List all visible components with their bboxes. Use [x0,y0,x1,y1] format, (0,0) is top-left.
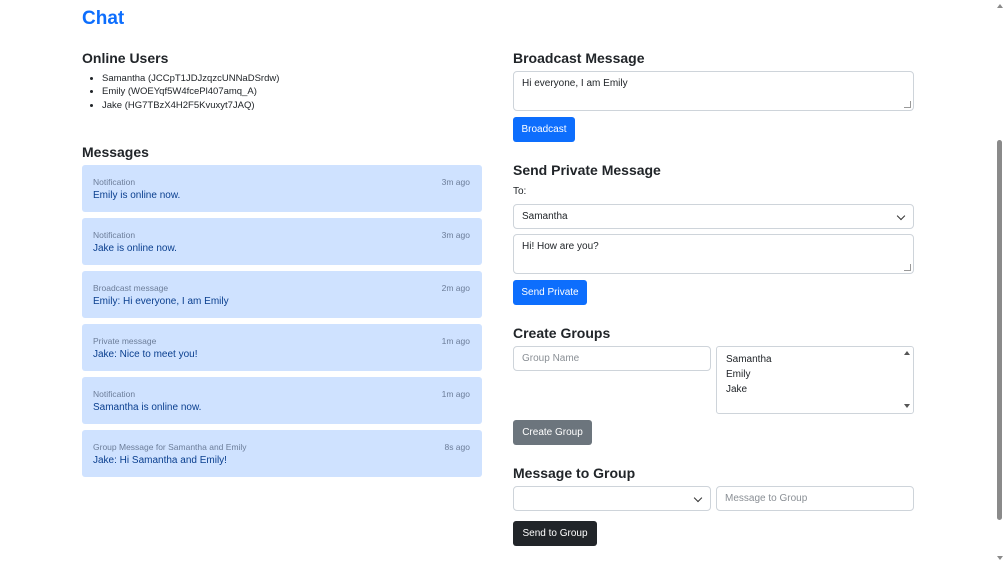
message-text: Emily is online now. [93,190,181,201]
group-select[interactable] [513,486,711,511]
message-text: Emily: Hi everyone, I am Emily [93,296,229,307]
private-text: Hi! How are you? [522,241,599,252]
left-column: Online Users Samantha (JCCpT1JDJzqzcUNNa… [82,50,482,477]
listbox-option[interactable]: Jake [726,382,904,397]
message-time: 1m ago [441,389,470,399]
private-textarea[interactable]: Hi! How are you? [513,234,914,274]
scroll-up-icon[interactable] [997,4,1003,8]
create-group-button[interactable]: Create Group [513,420,592,445]
message-to-group-title: Message to Group [513,465,636,481]
recipient-select[interactable]: Samantha [513,204,914,229]
scroll-up-icon[interactable] [904,351,910,355]
broadcast-button[interactable]: Broadcast [513,117,575,142]
message-text: Jake: Hi Samantha and Emily! [93,455,227,466]
message-type: Broadcast message [93,283,169,293]
messages-title: Messages [82,144,149,160]
resize-grip-icon[interactable] [904,264,911,271]
scroll-down-icon[interactable] [997,556,1003,560]
online-users-list: Samantha (JCCpT1JDJzqzcUNNaDSrdw) Emily … [82,72,482,112]
listbox-option[interactable]: Samantha [726,352,904,367]
message-text: Jake is online now. [93,243,177,254]
online-user-item: Samantha (JCCpT1JDJzqzcUNNaDSrdw) [102,72,482,85]
to-label: To: [513,186,527,197]
online-user-item: Jake (HG7TBzX4H2F5Kvuxyt7JAQ) [102,99,482,112]
private-message-title: Send Private Message [513,162,661,178]
message-type: Private message [93,336,157,346]
message-text: Jake: Nice to meet you! [93,349,198,360]
online-users-title: Online Users [82,50,169,66]
message-text: Samantha is online now. [93,402,202,413]
create-groups-title: Create Groups [513,325,611,341]
chevron-down-icon [896,211,906,221]
broadcast-title: Broadcast Message [513,50,645,66]
message-type: Group Message for Samantha and Emily [93,442,247,452]
broadcast-text: Hi everyone, I am Emily [522,78,628,89]
chevron-down-icon [693,493,703,503]
message-list: Notification 3m ago Emily is online now.… [82,165,482,483]
group-name-input[interactable]: Group Name [513,346,711,371]
listbox-option[interactable]: Emily [726,367,904,382]
recipient-value: Samantha [522,211,568,222]
group-message-input[interactable]: Message to Group [716,486,914,511]
send-to-group-button[interactable]: Send to Group [513,521,597,546]
scrollbar-thumb[interactable] [997,140,1002,520]
send-private-button[interactable]: Send Private [513,280,587,305]
message-time: 3m ago [441,177,470,187]
scroll-down-icon[interactable] [904,404,910,408]
message-time: 3m ago [441,230,470,240]
message-item: Broadcast message 2m ago Emily: Hi every… [82,271,482,318]
message-type: Notification [93,389,136,399]
page-title: Chat [82,8,125,29]
message-item: Private message 1m ago Jake: Nice to mee… [82,324,482,371]
message-type: Notification [93,177,136,187]
message-item: Group Message for Samantha and Emily 8s … [82,430,482,477]
resize-grip-icon[interactable] [904,101,911,108]
online-user-item: Emily (WOEYqf5W4fcePl407amq_A) [102,85,482,98]
message-time: 1m ago [441,336,470,346]
message-item: Notification 3m ago Emily is online now. [82,165,482,212]
message-time: 8s ago [444,442,470,452]
message-item: Notification 3m ago Jake is online now. [82,218,482,265]
message-type: Notification [93,230,136,240]
broadcast-textarea[interactable]: Hi everyone, I am Emily [513,71,914,111]
message-item: Notification 1m ago Samantha is online n… [82,377,482,424]
message-time: 2m ago [441,283,470,293]
group-members-listbox[interactable]: Samantha Emily Jake [716,346,914,414]
page-scrollbar[interactable] [995,0,1005,565]
